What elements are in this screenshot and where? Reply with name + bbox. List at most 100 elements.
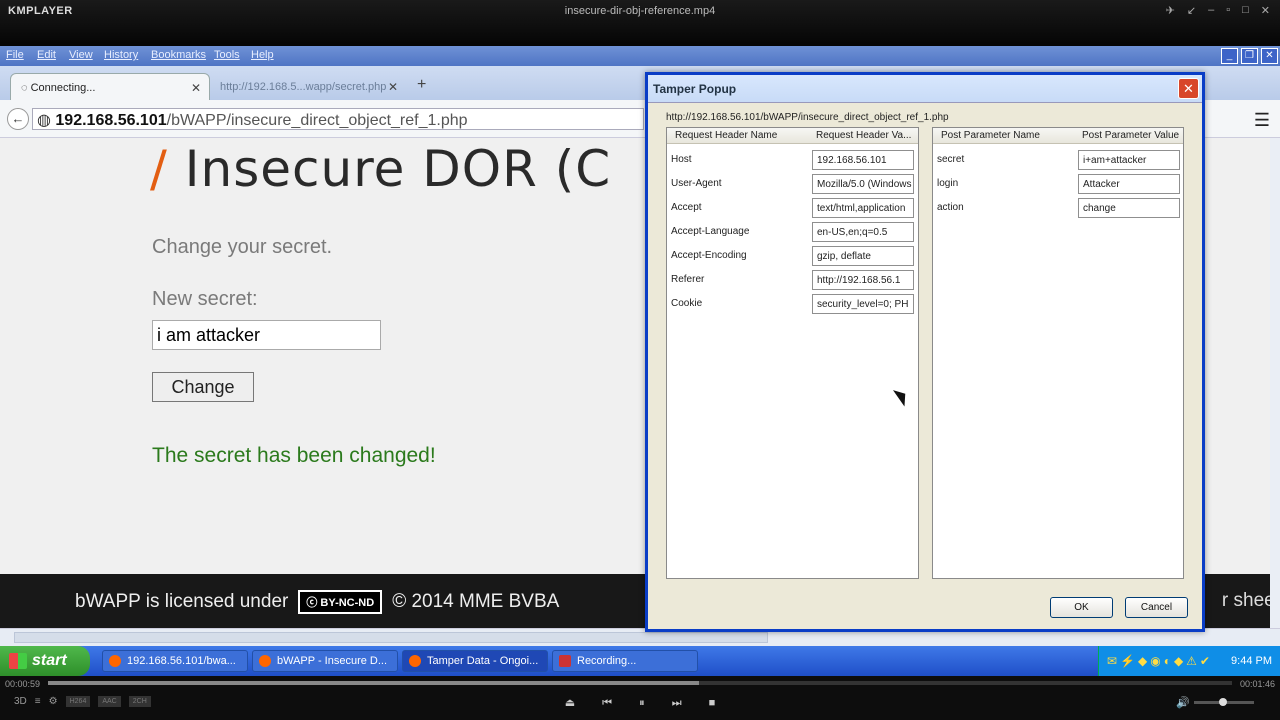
- pause-icon[interactable]: ⏸: [639, 697, 645, 709]
- table-row: Accept text/html,application: [667, 196, 918, 220]
- vertical-scrollbar[interactable]: [1270, 138, 1280, 628]
- previous-icon[interactable]: ⏮: [602, 697, 612, 709]
- menu-edit[interactable]: Edit: [37, 49, 56, 61]
- menu-file[interactable]: File: [6, 49, 24, 61]
- header-name: User-Agent: [671, 178, 722, 189]
- tab-secret[interactable]: http://192.168.5...wapp/secret.php ✕: [210, 73, 406, 101]
- next-icon[interactable]: ⏭: [672, 697, 682, 709]
- title-slash: /: [150, 140, 168, 198]
- back-button[interactable]: ←: [7, 108, 29, 130]
- task-label: bWAPP - Insecure D...: [277, 655, 388, 667]
- header-value-field[interactable]: text/html,application: [812, 198, 914, 218]
- dialog-title: Tamper Popup: [653, 82, 737, 96]
- url-bar[interactable]: ◍ 192.168.56.101/bWAPP/insecure_direct_o…: [32, 108, 644, 130]
- taskbar-item-firefox-2[interactable]: bWAPP - Insecure D...: [252, 650, 398, 672]
- header-value-field[interactable]: Mozilla/5.0 (Windows: [812, 174, 914, 194]
- header-name: Referer: [671, 274, 705, 285]
- column-header[interactable]: Post Parameter Value: [1082, 130, 1184, 141]
- maximize-icon[interactable]: □: [1242, 4, 1249, 17]
- restore-icon[interactable]: ▫: [1226, 4, 1230, 17]
- ok-button[interactable]: OK: [1050, 597, 1113, 618]
- start-button[interactable]: start: [0, 646, 90, 676]
- table-row: Referer http://192.168.56.1: [667, 268, 918, 292]
- minimize-icon[interactable]: –: [1208, 4, 1214, 17]
- cancel-button[interactable]: Cancel: [1125, 597, 1188, 618]
- param-value-field[interactable]: Attacker: [1078, 174, 1180, 194]
- menu-tools[interactable]: Tools: [214, 49, 240, 61]
- request-url: http://192.168.56.101/bWAPP/insecure_dir…: [666, 112, 949, 123]
- request-headers-table: Request Header Name Request Header Va...…: [666, 127, 919, 579]
- close-icon[interactable]: ✕: [1261, 4, 1270, 17]
- eject-icon[interactable]: ⏏: [565, 697, 575, 709]
- tab-connecting[interactable]: ◌ Connecting... ✕: [10, 73, 210, 101]
- header-value-field[interactable]: gzip, deflate: [812, 246, 914, 266]
- taskbar-item-firefox-1[interactable]: 192.168.56.101/bwa...: [102, 650, 248, 672]
- copyright-text: © 2014 MME BVBA: [392, 591, 560, 612]
- volume-knob[interactable]: [1219, 698, 1227, 706]
- new-tab-icon[interactable]: +: [417, 76, 426, 94]
- cc-badge-text: BY-NC-ND: [320, 597, 375, 609]
- header-value-field[interactable]: en-US,en;q=0.5: [812, 222, 914, 242]
- player-file-title: insecure-dir-obj-reference.mp4: [564, 5, 716, 17]
- pin-icon[interactable]: ✈: [1166, 4, 1175, 17]
- license-text: bWAPP is licensed under: [75, 591, 289, 612]
- column-header[interactable]: Request Header Va...: [816, 130, 918, 141]
- cc-icon: ⓒ: [306, 597, 321, 609]
- menu-history[interactable]: History: [104, 49, 138, 61]
- title-text: Insecure DOR (C: [184, 140, 612, 198]
- playback-buttons: ⏏ ⏮ ⏸ ⏭ ■: [0, 696, 1280, 710]
- scroll-thumb[interactable]: [14, 632, 768, 643]
- player-controls: 00:00:59 00:01:46 3D ≡ ⚙ H264 AAC 2CH ⏏ …: [0, 676, 1280, 720]
- screen: KMPLAYER insecure-dir-obj-reference.mp4 …: [0, 0, 1280, 720]
- header-value-field[interactable]: security_level=0; PH: [812, 294, 914, 314]
- table-row: Host 192.168.56.101: [667, 148, 918, 172]
- header-value-field[interactable]: 192.168.56.101: [812, 150, 914, 170]
- close-icon[interactable]: ✕: [1261, 48, 1278, 64]
- firefox-icon: [409, 655, 421, 667]
- param-value-field[interactable]: i+am+attacker: [1078, 150, 1180, 170]
- table-header: Post Parameter Name Post Parameter Value: [933, 128, 1183, 144]
- volume-icon[interactable]: 🔊: [1176, 696, 1190, 709]
- seek-bar[interactable]: [48, 681, 1232, 685]
- taskbar-item-tamper-data[interactable]: Tamper Data - Ongoi...: [402, 650, 548, 672]
- header-name: Cookie: [671, 298, 703, 309]
- license-line: bWAPP is licensed under ⓒ BY-NC-ND © 201…: [75, 590, 559, 614]
- maximize-icon[interactable]: ❐: [1241, 48, 1258, 64]
- player-window-controls: ✈ ↙ – ▫ □ ✕: [1166, 4, 1270, 17]
- taskbar-item-recording[interactable]: Recording...: [552, 650, 698, 672]
- menu-help[interactable]: Help: [251, 49, 274, 61]
- header-name: Accept-Encoding: [671, 250, 747, 261]
- table-row: action change: [933, 196, 1183, 220]
- close-tab-icon[interactable]: ✕: [388, 80, 398, 94]
- windows-logo-icon: [9, 653, 27, 669]
- header-name: Accept: [671, 202, 702, 213]
- secret-input[interactable]: i am attacker: [152, 320, 381, 350]
- table-row: login Attacker: [933, 172, 1183, 196]
- column-header[interactable]: Request Header Name: [675, 130, 805, 141]
- close-icon[interactable]: ✕: [1178, 78, 1199, 99]
- table-row: Accept-Encoding gzip, deflate: [667, 244, 918, 268]
- cc-license-badge[interactable]: ⓒ BY-NC-ND: [298, 590, 383, 614]
- param-value-field[interactable]: change: [1078, 198, 1180, 218]
- volume-slider[interactable]: [1194, 698, 1254, 706]
- header-name: Host: [671, 154, 692, 165]
- firefox-icon: [259, 655, 271, 667]
- close-tab-icon[interactable]: ✕: [191, 81, 201, 95]
- tab-label: Connecting...: [30, 82, 96, 94]
- stop-icon[interactable]: ■: [709, 697, 716, 709]
- hamburger-menu-icon[interactable]: ☰: [1254, 110, 1270, 131]
- task-label: Recording...: [577, 655, 637, 667]
- tamper-popup-dialog: Tamper Popup ✕ http://192.168.56.101/bWA…: [645, 72, 1205, 632]
- minimize-icon[interactable]: _: [1221, 48, 1238, 64]
- menu-bookmarks[interactable]: Bookmarks: [151, 49, 206, 61]
- change-button[interactable]: Change: [152, 372, 254, 402]
- success-message: The secret has been changed!: [152, 444, 436, 467]
- loading-icon: ◌: [21, 82, 31, 94]
- column-header[interactable]: Post Parameter Name: [941, 130, 1071, 141]
- table-row: Accept-Language en-US,en;q=0.5: [667, 220, 918, 244]
- tray-icons[interactable]: ✉⚡◆◉◐◆⚠✔: [1107, 654, 1213, 668]
- menu-view[interactable]: View: [69, 49, 93, 61]
- header-value-field[interactable]: http://192.168.56.1: [812, 270, 914, 290]
- compact-icon[interactable]: ↙: [1187, 4, 1196, 17]
- dialog-title-bar: Tamper Popup ✕: [648, 75, 1202, 103]
